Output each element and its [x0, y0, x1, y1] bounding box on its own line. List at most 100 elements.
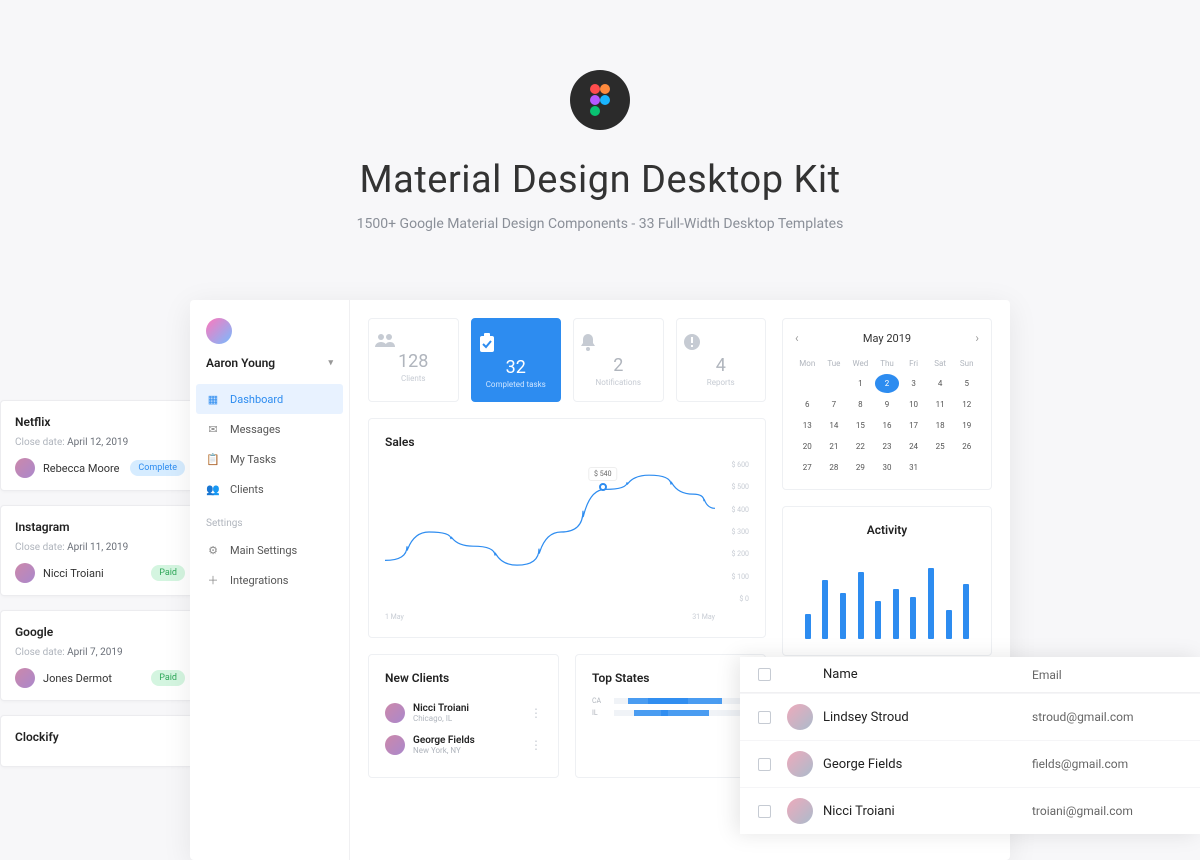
dashboard-icon: ▦	[206, 392, 220, 406]
deal-owner: Rebecca Moore	[43, 462, 122, 475]
cal-day[interactable]: 29	[848, 458, 873, 477]
cal-day[interactable]: 20	[795, 437, 820, 456]
stat-icon	[375, 333, 452, 347]
avatar	[787, 751, 813, 777]
nav-dashboard[interactable]: ▦Dashboard	[196, 384, 343, 414]
nav-integrations[interactable]: ＋Integrations	[190, 565, 349, 595]
deal-card[interactable]: Instagram Close date: April 11, 2019 Nic…	[0, 505, 200, 596]
avatar[interactable]	[206, 318, 232, 344]
cal-day[interactable]: 13	[795, 416, 820, 435]
nav-label: Main Settings	[230, 544, 297, 557]
row-checkbox[interactable]	[758, 805, 771, 818]
client-name: Nicci Troiani	[413, 703, 522, 714]
nav-my-tasks[interactable]: 📋My Tasks	[190, 444, 349, 474]
deal-close-date: Close date: April 12, 2019	[15, 437, 185, 448]
table-row[interactable]: George Fieldsfields@gmail.com	[740, 740, 1200, 787]
state-bar	[614, 698, 749, 704]
cal-day[interactable]: 19	[954, 416, 979, 435]
contacts-table: Name Email Lindsey Stroudstroud@gmail.co…	[740, 657, 1200, 834]
cal-day[interactable]: 8	[848, 395, 873, 414]
contact-email: stroud@gmail.com	[1032, 710, 1182, 724]
cal-day[interactable]: 4	[928, 374, 953, 393]
state-row: CA	[592, 697, 749, 705]
cal-day[interactable]: 26	[954, 437, 979, 456]
cal-day[interactable]: 17	[901, 416, 926, 435]
cal-day[interactable]: 1	[848, 374, 873, 393]
status-badge: Complete	[130, 460, 185, 476]
cal-day[interactable]: 31	[901, 458, 926, 477]
cal-day[interactable]: 21	[822, 437, 847, 456]
avatar	[787, 704, 813, 730]
cal-day[interactable]: 6	[795, 395, 820, 414]
nav-clients[interactable]: 👥Clients	[190, 474, 349, 504]
avatar	[15, 458, 35, 478]
clients-icon: 👥	[206, 482, 220, 496]
activity-bar	[910, 597, 916, 639]
cal-day[interactable]: 12	[954, 395, 979, 414]
row-checkbox[interactable]	[758, 758, 771, 771]
activity-bar	[875, 601, 881, 639]
settings-section-label: Settings	[190, 504, 349, 535]
cal-day[interactable]: 3	[901, 374, 926, 393]
deal-close-date: Close date: April 11, 2019	[15, 542, 185, 553]
cal-prev[interactable]: ‹	[795, 331, 799, 345]
contact-name: Lindsey Stroud	[823, 710, 909, 725]
cal-day[interactable]: 11	[928, 395, 953, 414]
hero-title: Material Design Desktop Kit	[0, 158, 1200, 202]
cal-day[interactable]: 30	[875, 458, 900, 477]
deal-title: Google	[15, 625, 185, 639]
client-item[interactable]: Nicci TroianiChicago, IL⋮	[385, 697, 542, 729]
cal-day[interactable]: 23	[875, 437, 900, 456]
cal-day[interactable]: 5	[954, 374, 979, 393]
cal-day[interactable]: 14	[822, 416, 847, 435]
more-icon[interactable]: ⋮	[530, 706, 542, 720]
status-badge: Paid	[151, 670, 185, 686]
contact-email: troiani@gmail.com	[1032, 804, 1182, 818]
activity-panel: Activity	[782, 506, 992, 656]
calendar: ‹ May 2019 › MonTueWedThuFriSatSun123456…	[782, 318, 992, 490]
nav-main-settings[interactable]: ⚙Main Settings	[190, 535, 349, 565]
state-row: IL	[592, 709, 749, 717]
stat-label: Reports	[683, 378, 760, 387]
cal-day[interactable]: 24	[901, 437, 926, 456]
cal-dow: Sun	[954, 355, 979, 372]
select-all-checkbox[interactable]	[758, 668, 771, 681]
cal-day[interactable]: 15	[848, 416, 873, 435]
deal-card[interactable]: Clockify	[0, 715, 200, 767]
cal-day[interactable]: 10	[901, 395, 926, 414]
stat-value: 2	[580, 355, 657, 376]
cal-dow: Thu	[875, 355, 900, 372]
sales-title: Sales	[385, 435, 749, 449]
cal-day[interactable]: 7	[822, 395, 847, 414]
stat-clients[interactable]: 128Clients	[368, 318, 459, 402]
contact-name: Nicci Troiani	[823, 804, 895, 819]
stat-label: Notifications	[580, 378, 657, 387]
stat-notifications[interactable]: 2 Notifications	[573, 318, 664, 402]
cal-day[interactable]: 22	[848, 437, 873, 456]
deal-card[interactable]: Netflix Close date: April 12, 2019 Rebec…	[0, 400, 200, 491]
cal-day[interactable]: 18	[928, 416, 953, 435]
activity-bar	[840, 593, 846, 639]
cal-day[interactable]: 27	[795, 458, 820, 477]
hero-subtitle: 1500+ Google Material Design Components …	[0, 216, 1200, 232]
cal-next[interactable]: ›	[975, 331, 979, 345]
cal-day[interactable]: 2	[875, 374, 900, 393]
row-checkbox[interactable]	[758, 711, 771, 724]
cal-day[interactable]: 28	[822, 458, 847, 477]
new-clients-panel: New Clients Nicci TroianiChicago, IL⋮Geo…	[368, 654, 559, 778]
nav-messages[interactable]: ✉Messages	[190, 414, 349, 444]
cal-day[interactable]: 25	[928, 437, 953, 456]
figma-logo	[570, 70, 630, 130]
cal-day[interactable]: 16	[875, 416, 900, 435]
more-icon[interactable]: ⋮	[530, 738, 542, 752]
activity-bar	[893, 589, 899, 639]
table-row[interactable]: Lindsey Stroud stroud@gmail.com	[740, 693, 1200, 740]
stat-completed-tasks[interactable]: 32Completed tasks	[471, 318, 562, 402]
cal-day[interactable]: 9	[875, 395, 900, 414]
deal-card[interactable]: Google Close date: April 7, 2019 Jones D…	[0, 610, 200, 701]
user-menu[interactable]: Aaron Young ▾	[206, 356, 333, 370]
stat-reports[interactable]: 4Reports	[676, 318, 767, 402]
client-item[interactable]: George FieldsNew York, NY⋮	[385, 729, 542, 761]
avatar	[15, 668, 35, 688]
table-row[interactable]: Nicci Troiani troiani@gmail.com	[740, 787, 1200, 834]
